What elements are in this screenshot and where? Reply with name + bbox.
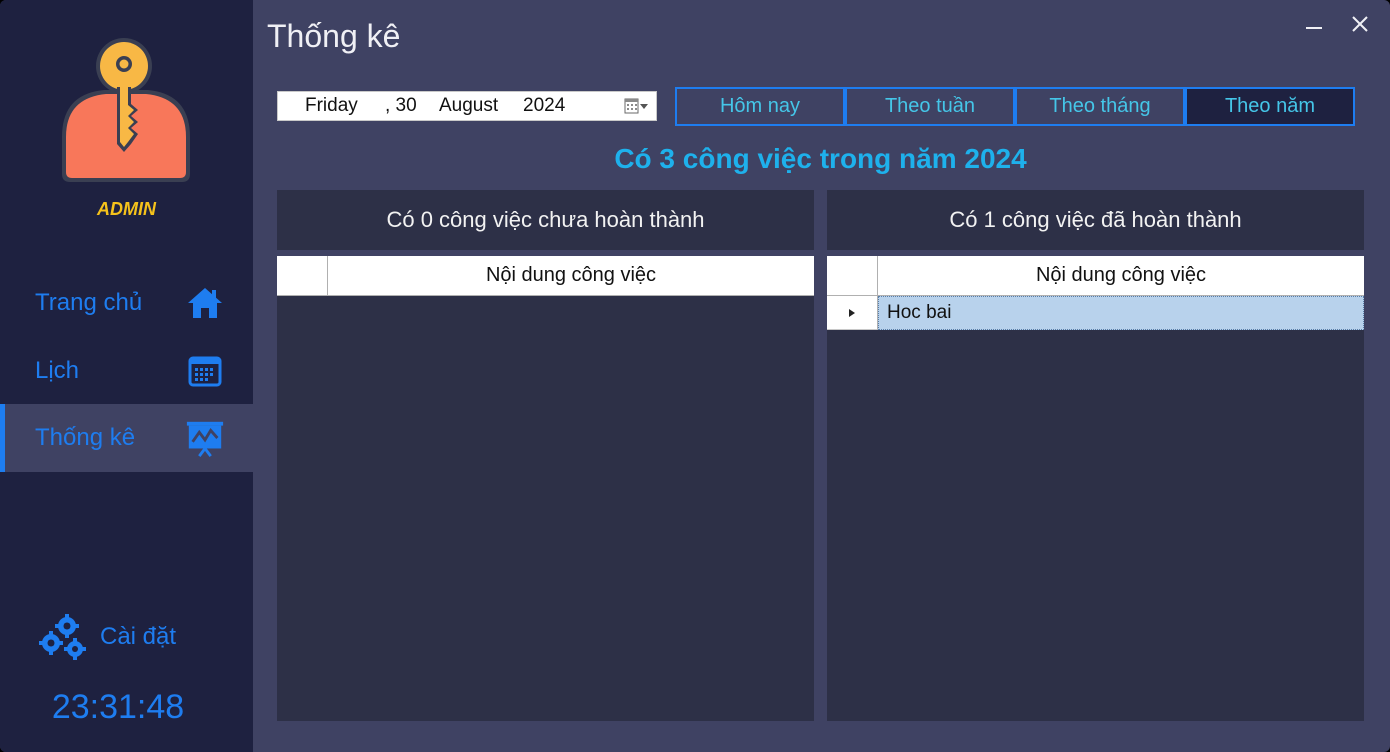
- role-label: ADMIN: [97, 199, 156, 219]
- settings-button[interactable]: Cài đặt: [38, 610, 176, 664]
- date-picker[interactable]: Friday , 30 August 2024: [277, 91, 657, 121]
- settings-label: Cài đặt: [100, 623, 177, 650]
- table-row[interactable]: Hoc bai: [827, 296, 1364, 330]
- clock: 23:31:48: [51, 688, 185, 726]
- column-header-task-content[interactable]: Nội dung công việc: [328, 256, 814, 295]
- close-button[interactable]: [1345, 10, 1375, 38]
- sidebar-item-label: Thống kê: [35, 424, 136, 451]
- gears-icon: [39, 614, 86, 660]
- date-weekday[interactable]: Friday: [305, 95, 358, 117]
- filter-week-button[interactable]: Theo tuần: [845, 87, 1015, 126]
- incomplete-tasks-title: Có 0 công việc chưa hoàn thành: [277, 190, 814, 250]
- sidebar-item-statistics[interactable]: Thống kê: [0, 404, 253, 472]
- date-day[interactable]: , 30: [385, 95, 417, 117]
- minimize-button[interactable]: [1299, 10, 1329, 38]
- sidebar: ADMIN Trang chủ Lịch Thống kê Cài đặt 23…: [0, 0, 253, 752]
- page-title: Thống kê: [267, 18, 401, 54]
- date-year[interactable]: 2024: [523, 95, 565, 117]
- current-row-arrow-icon: [849, 308, 855, 317]
- filter-month-button[interactable]: Theo tháng: [1015, 87, 1185, 126]
- row-header-corner[interactable]: [277, 256, 328, 295]
- filter-today-button[interactable]: Hôm nay: [675, 87, 845, 126]
- task-content-cell[interactable]: Hoc bai: [878, 296, 1364, 330]
- app-window: ADMIN Trang chủ Lịch Thống kê Cài đặt 23…: [0, 0, 1390, 752]
- minimize-icon: [1306, 27, 1322, 29]
- incomplete-tasks-panel: Có 0 công việc chưa hoàn thành Nội dung …: [277, 190, 814, 721]
- completed-tasks-grid-header: Nội dung công việc: [827, 256, 1364, 296]
- calendar-dropdown-icon[interactable]: [624, 98, 650, 116]
- chart-board-icon: [185, 418, 225, 458]
- completed-tasks-panel: Có 1 công việc đã hoàn thành Nội dung cô…: [827, 190, 1364, 721]
- summary-text: Có 3 công việc trong năm 2024: [614, 143, 1027, 174]
- row-header-corner[interactable]: [827, 256, 878, 295]
- sidebar-item-home[interactable]: Trang chủ: [0, 269, 253, 337]
- sidebar-item-label: Trang chủ: [35, 289, 143, 316]
- filter-year-button[interactable]: Theo năm: [1185, 87, 1355, 126]
- row-selector[interactable]: [827, 296, 878, 330]
- sidebar-item-label: Lịch: [35, 357, 80, 384]
- column-header-task-content[interactable]: Nội dung công việc: [878, 256, 1364, 295]
- calendar-icon: [185, 351, 225, 391]
- date-month[interactable]: August: [439, 95, 498, 117]
- close-icon: [1352, 16, 1368, 32]
- completed-tasks-title: Có 1 công việc đã hoàn thành: [827, 190, 1364, 250]
- sidebar-item-calendar[interactable]: Lịch: [0, 337, 253, 405]
- admin-key-logo: [62, 38, 190, 182]
- home-icon: [185, 283, 225, 323]
- incomplete-tasks-grid-header: Nội dung công việc: [277, 256, 814, 296]
